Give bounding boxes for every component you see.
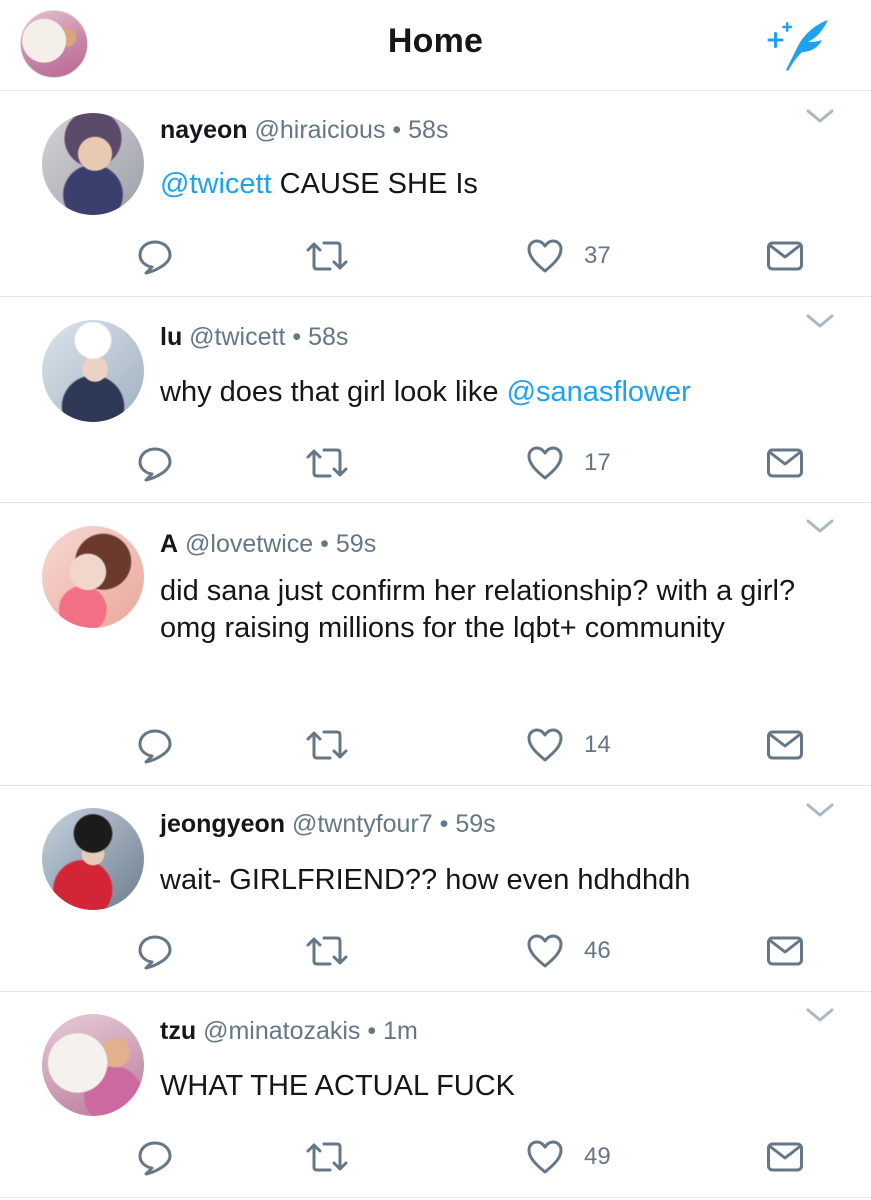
tweet-actions: 17 bbox=[0, 441, 871, 485]
mention-link[interactable]: @sanasflower bbox=[507, 376, 691, 408]
like-button[interactable]: 46 bbox=[526, 929, 611, 973]
chevron-down-icon[interactable] bbox=[805, 311, 835, 331]
mention-link[interactable]: @twicett bbox=[160, 168, 272, 200]
tweet-actions: 37 bbox=[0, 234, 871, 278]
heart-icon bbox=[526, 238, 564, 274]
username[interactable]: @twicett bbox=[189, 323, 285, 351]
user-avatar[interactable] bbox=[42, 320, 144, 422]
username[interactable]: @hiraicious bbox=[254, 116, 385, 144]
chevron-down-icon[interactable] bbox=[805, 1005, 835, 1025]
envelope-icon[interactable] bbox=[766, 929, 804, 973]
tweet-card[interactable]: lu @twicett • 58s why does that girl loo… bbox=[0, 297, 871, 503]
retweet-icon[interactable] bbox=[304, 441, 350, 485]
tweet-text: @twicett CAUSE SHE Is bbox=[160, 166, 810, 203]
tweet-card[interactable]: nayeon @hiraicious • 58s @twicett CAUSE … bbox=[0, 91, 871, 297]
tweet-text: WHAT THE ACTUAL FUCK bbox=[160, 1070, 516, 1102]
separator-dot: • bbox=[320, 530, 329, 558]
envelope-icon[interactable] bbox=[766, 441, 804, 485]
reply-icon[interactable] bbox=[135, 929, 175, 973]
heart-icon bbox=[526, 1139, 564, 1175]
top-bar: Home bbox=[0, 0, 871, 91]
display-name[interactable]: lu bbox=[160, 323, 182, 351]
like-count: 17 bbox=[584, 449, 611, 476]
separator-dot: • bbox=[392, 116, 402, 144]
separator-dot: • bbox=[367, 1017, 377, 1045]
reply-icon[interactable] bbox=[135, 441, 175, 485]
tweet-text: wait- GIRLFRIEND?? how even hdhdhdh bbox=[160, 864, 691, 896]
retweet-icon[interactable] bbox=[304, 929, 350, 973]
envelope-icon[interactable] bbox=[766, 234, 804, 278]
timestamp[interactable]: 58s bbox=[308, 323, 348, 351]
reply-icon[interactable] bbox=[135, 1135, 175, 1179]
tweet-actions: 46 bbox=[0, 929, 871, 973]
tweet-header: tzu @minatozakis • 1m bbox=[160, 1017, 418, 1046]
display-name[interactable]: nayeon bbox=[160, 116, 248, 144]
tweet-header: jeongyeon @twntyfour7 • 59s bbox=[160, 810, 496, 839]
tweet-header: nayeon @hiraicious • 58s bbox=[160, 116, 448, 145]
tweet-card[interactable]: A @lovetwice • 59s did sana just confirm… bbox=[0, 503, 871, 786]
tweet-actions: 14 bbox=[0, 723, 871, 767]
tweet-card[interactable]: tzu @minatozakis • 1m WHAT THE ACTUAL FU… bbox=[0, 992, 871, 1198]
reply-icon[interactable] bbox=[135, 723, 175, 767]
display-name[interactable]: jeongyeon bbox=[160, 810, 285, 838]
username[interactable]: @lovetwice bbox=[185, 530, 313, 558]
retweet-icon[interactable] bbox=[304, 1135, 350, 1179]
heart-icon bbox=[526, 933, 564, 969]
tweet-text: did sana just confirm her relationship? … bbox=[160, 575, 796, 644]
retweet-icon[interactable] bbox=[304, 234, 350, 278]
like-count: 37 bbox=[584, 242, 611, 269]
user-avatar[interactable] bbox=[42, 113, 144, 215]
separator-dot: • bbox=[292, 323, 302, 351]
username[interactable]: @minatozakis bbox=[203, 1017, 360, 1045]
like-count: 46 bbox=[584, 937, 611, 964]
tweet-header: A @lovetwice • 59s bbox=[160, 530, 376, 559]
user-avatar[interactable] bbox=[42, 808, 144, 910]
timestamp[interactable]: 59s bbox=[336, 530, 376, 558]
separator-dot: • bbox=[439, 810, 449, 838]
like-count: 49 bbox=[584, 1143, 611, 1170]
tweet-text-content: CAUSE SHE Is bbox=[271, 168, 478, 200]
tweet-text-content: why does that girl look like bbox=[160, 376, 507, 408]
heart-icon bbox=[526, 445, 564, 481]
tweet-text: why does that girl look like @sanasflowe… bbox=[160, 374, 810, 411]
page-title: Home bbox=[387, 22, 484, 60]
user-avatar[interactable] bbox=[42, 526, 144, 628]
like-button[interactable]: 49 bbox=[526, 1135, 611, 1179]
like-button[interactable]: 17 bbox=[526, 441, 611, 485]
user-avatar[interactable] bbox=[42, 1014, 144, 1116]
chevron-down-icon[interactable] bbox=[805, 800, 835, 820]
reply-icon[interactable] bbox=[135, 234, 175, 278]
timestamp[interactable]: 59s bbox=[455, 810, 495, 838]
like-button[interactable]: 37 bbox=[526, 234, 611, 278]
compose-quill-icon[interactable] bbox=[764, 18, 834, 72]
tweet-card[interactable]: jeongyeon @twntyfour7 • 59s wait- GIRLFR… bbox=[0, 786, 871, 992]
envelope-icon[interactable] bbox=[766, 723, 804, 767]
heart-icon bbox=[526, 727, 564, 763]
like-button[interactable]: 14 bbox=[526, 723, 611, 767]
envelope-icon[interactable] bbox=[766, 1135, 804, 1179]
tweet-header: lu @twicett • 58s bbox=[160, 323, 348, 352]
username[interactable]: @twntyfour7 bbox=[292, 810, 433, 838]
like-count: 14 bbox=[584, 731, 611, 758]
chevron-down-icon[interactable] bbox=[805, 516, 835, 536]
display-name[interactable]: tzu bbox=[160, 1017, 196, 1045]
display-name[interactable]: A bbox=[160, 530, 178, 558]
tweet-actions: 49 bbox=[0, 1135, 871, 1179]
timestamp[interactable]: 58s bbox=[408, 116, 448, 144]
chevron-down-icon[interactable] bbox=[805, 106, 835, 126]
timestamp[interactable]: 1m bbox=[383, 1017, 418, 1045]
retweet-icon[interactable] bbox=[304, 723, 350, 767]
